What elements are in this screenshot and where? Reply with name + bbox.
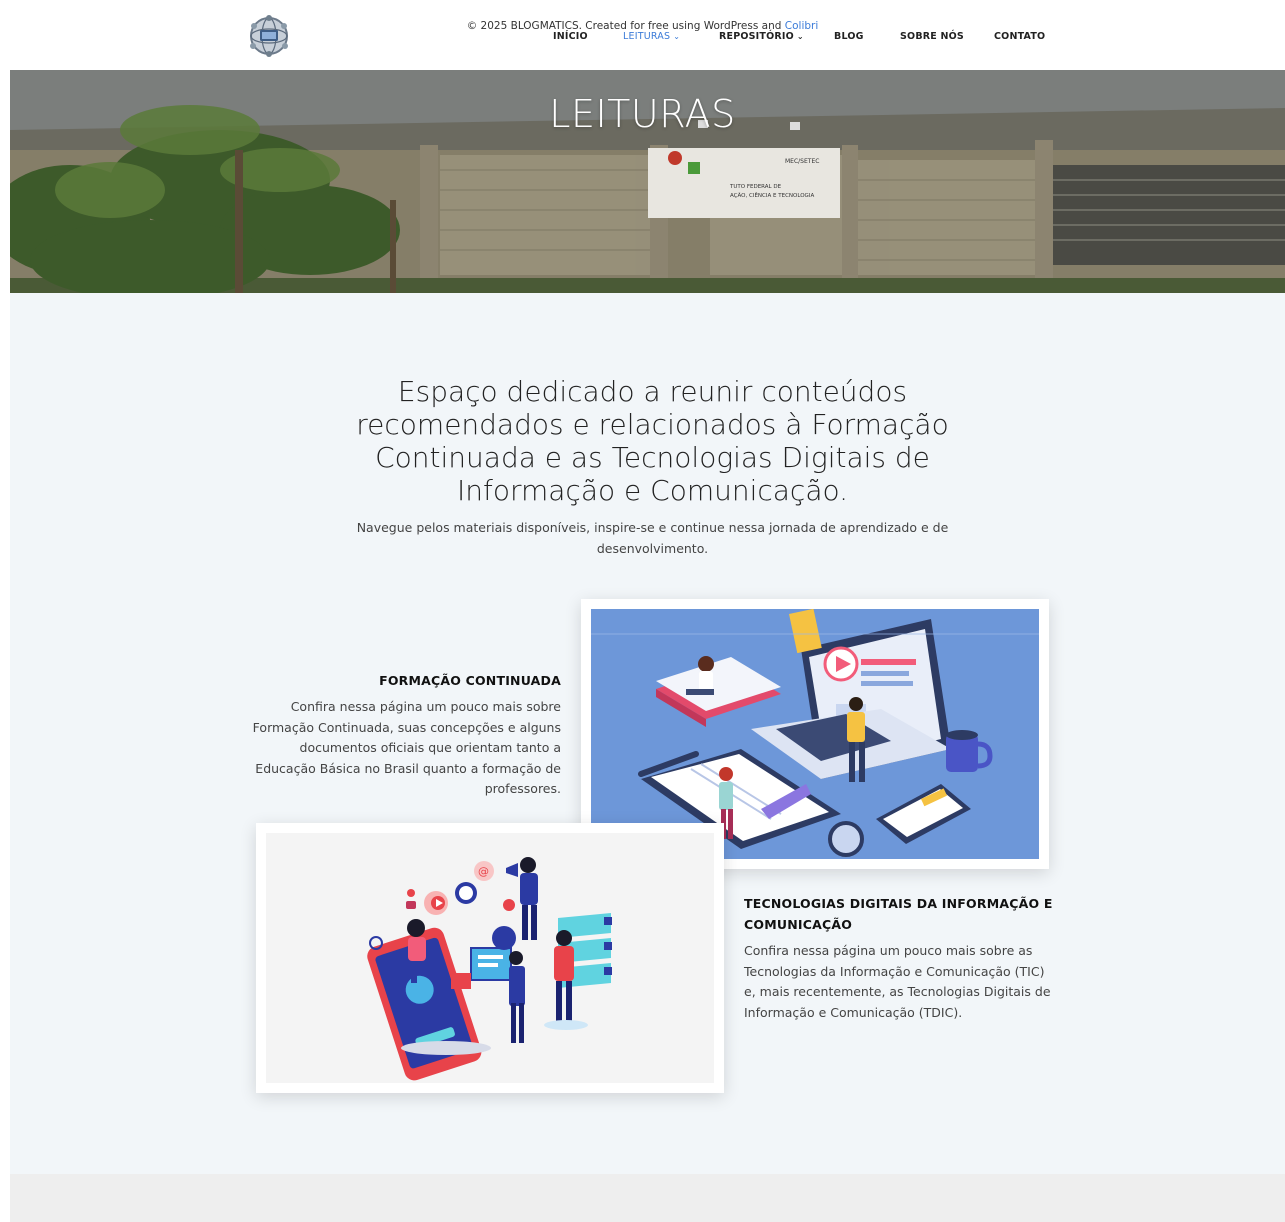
nav-item-inicio[interactable]: INÍCIO [553,31,588,42]
nav-item-label: LEITURAS [623,31,671,42]
chevron-down-icon: ⌄ [673,32,681,41]
footer-copyright: © 2025 BLOGMATICS. Created for free usin… [0,20,1285,32]
nav-item-label: CONTATO [994,31,1046,42]
nav-item-leituras[interactable]: LEITURAS ⌄ [623,31,680,42]
page-title: LEITURAS [549,92,736,136]
svg-text:@: @ [478,865,489,878]
sign-text: MEC/SETEC [785,158,819,165]
nav-item-label: BLOG [834,31,864,42]
section-description: Confira nessa página um pouco mais sobre… [744,943,1051,1020]
nav-item-label: INÍCIO [553,31,588,42]
section-title[interactable]: FORMAÇÃO CONTINUADA [250,670,561,691]
nav-item-repositorio[interactable]: REPOSITÓRIO ⌄ [719,31,804,42]
section-description: Confira nessa página um pouco mais sobre… [252,699,561,796]
tecnologias-digitais-section: TECNOLOGIAS DIGITAIS DA INFORMAÇÃO E COM… [744,893,1054,1023]
tecnologias-digitais-image-card[interactable]: @ [256,823,724,1093]
nav-item-blog[interactable]: BLOG [834,31,864,42]
intro-subheading: Navegue pelos materiais disponíveis, ins… [356,520,949,556]
intro-heading: Espaço dedicado a reunir conteúdos recom… [356,375,949,507]
nav-item-label: SOBRE NÓS [900,31,964,42]
section-title[interactable]: TECNOLOGIAS DIGITAIS DA INFORMAÇÃO E COM… [744,893,1054,935]
site-footer [10,1174,1285,1222]
sign-line-1: TUTO FEDERAL DE [729,184,782,190]
online-learning-illustration [591,609,1039,859]
footer-colibri-link[interactable]: Colibri [785,20,819,32]
chevron-down-icon: ⌄ [796,32,804,41]
main-nav: INÍCIO LEITURAS ⌄ REPOSITÓRIO ⌄ BLOG SOBRE… [0,0,1285,70]
nav-item-contato[interactable]: CONTATO [994,31,1045,42]
formacao-continuada-section: FORMAÇÃO CONTINUADA Confira nessa página… [250,670,561,800]
digital-technology-illustration: @ [266,833,714,1083]
site-header: INÍCIO LEITURAS ⌄ REPOSITÓRIO ⌄ BLOG SOBRE… [0,0,1285,70]
footer-copyright-text: © 2025 BLOGMATICS. Created for free usin… [466,20,782,32]
nav-item-sobre-nos[interactable]: SOBRE NÓS [900,31,964,42]
sign-line-2: AÇÃO, CIÊNCIA E TECNOLOGIA [730,191,814,199]
nav-item-label: REPOSITÓRIO [719,31,794,42]
